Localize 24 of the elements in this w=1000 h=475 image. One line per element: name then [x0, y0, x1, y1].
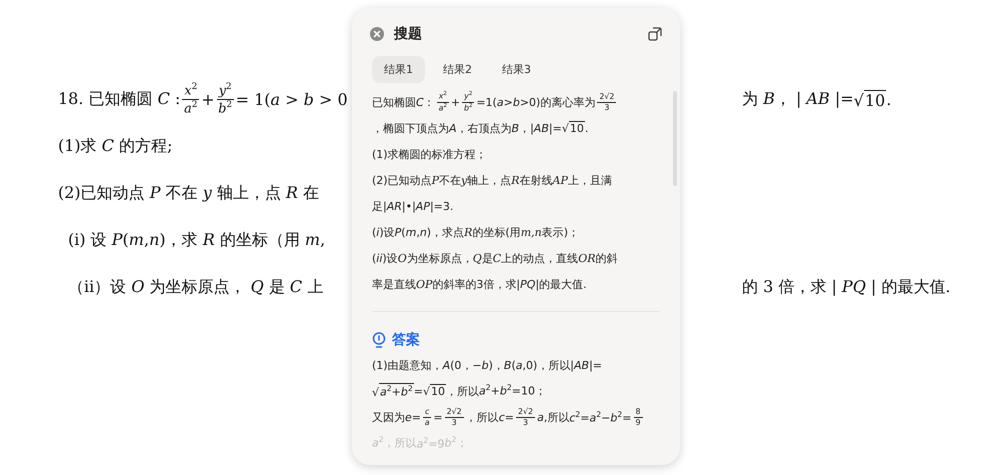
question-text: 足|AR|•|AP|=3.	[372, 198, 454, 215]
lightbulb-icon	[372, 332, 386, 348]
problem-text: 的 3 倍，求 | PQ | 的最大值.	[742, 277, 950, 298]
problem-text: (1)求 C 的方程;	[58, 136, 172, 157]
result-tab[interactable]: 结果3	[490, 56, 543, 83]
answer-text: (1)由题意知，A(0，−b)，B(a,0)，所以|AB|=	[372, 358, 602, 374]
result-tab[interactable]: 结果1	[372, 56, 425, 83]
answer-heading: 答案	[392, 331, 420, 349]
question-text: (1)求椭圆的标准方程；	[372, 146, 487, 162]
problem-text: 为 B， | AB |=√10.	[742, 89, 892, 110]
question-text: (ii)设O为坐标原点，Q是C上的动点，直线OR的斜	[372, 250, 618, 266]
problem-text: (i) 设 P(m,n)，求 R 的坐标（用 m,	[67, 230, 326, 251]
question-text: 率是直线OP的斜率的3倍，求|PQ|的最大值.	[372, 276, 587, 293]
question-text: (i)设P(m,n)，求点R的坐标(用m,n表示)；	[372, 224, 579, 240]
result-tab[interactable]: 结果2	[431, 56, 484, 83]
problem-text: （ii）设 O 为坐标原点， Q 是 C 上	[67, 277, 324, 298]
answer-text: a$^{2}$，所以a$^{2}$=9b$^{2}$；	[372, 434, 468, 452]
problem-text: (2)已知动点 P 不在 y 轴上，点 R 在	[58, 183, 320, 204]
panel-title: 搜题	[394, 25, 423, 43]
close-icon[interactable]	[370, 27, 384, 41]
expand-icon[interactable]	[648, 27, 662, 41]
question-text: ，椭圆下顶点为A，右顶点为B，|AB|=√10.	[372, 120, 588, 137]
question-text: (2)已知动点P不在y轴上，点R在射线AP上，且满	[372, 172, 612, 188]
answer-text: √a$^{2}$+b$^{2}$=√10，所以a$^{2}$+b$^{2}$=10；	[372, 382, 546, 401]
